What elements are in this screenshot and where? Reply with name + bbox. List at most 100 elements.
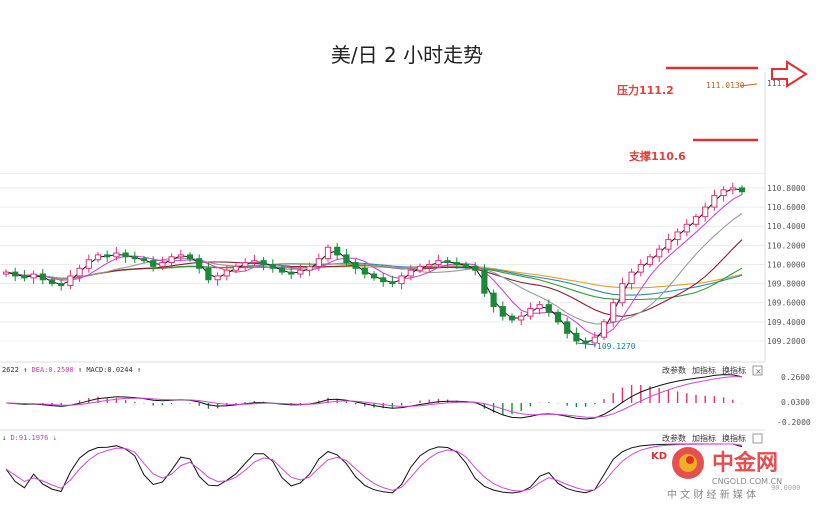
candle-body [140,258,148,262]
candle-body [499,306,506,317]
candle-body [334,246,341,256]
candle-body [12,271,19,277]
candle-body [343,254,350,264]
candle-body [453,262,460,265]
price-grid [0,72,766,362]
candle-body [600,321,608,338]
moving-average-lines [5,188,743,343]
candle-body [21,275,28,279]
candle-body [278,267,286,273]
y-tick-label: 110.2000 [767,241,806,250]
close-icon: × [755,367,762,376]
candle-body [729,187,736,191]
candle-body [536,304,543,309]
candle-body [564,321,571,334]
candle-body [361,267,368,275]
kdj-edit-params-button[interactable]: 改参数 [662,433,686,443]
candle-body [76,267,83,277]
candle-body [665,239,672,250]
macd-edit-params-button[interactable]: 改参数 [662,365,686,375]
candle-body [518,315,525,321]
candle-body [223,269,230,277]
candle-body [288,271,295,275]
candle-body [214,275,221,281]
candle-body [490,292,497,308]
candle-body [628,271,635,285]
candle-body [702,206,709,218]
kdj-label: KD [651,451,667,462]
candle-body [435,260,442,265]
kdj-panel-buttons: 改参数 加指标 换指标 [662,433,763,444]
candle-body [94,254,102,261]
candle-body [674,231,681,241]
macd-header: 2622 ↑ DEA:0.2500 ↑ MACD:0.0244 ↑ [2,366,141,374]
macd-y-tick-1: 0.2600 [781,373,810,382]
kdj-close-button[interactable] [752,433,763,444]
candle-body [39,273,46,281]
candle-body [48,279,56,285]
candle-body [508,315,516,321]
candle-body [481,269,488,294]
candle-body [186,254,194,260]
candle-body [472,265,479,271]
macd-indicator [5,374,743,420]
resistance-label: 压力111.2 [617,83,674,97]
candle-body [205,267,212,281]
macd-y-tick-2: 0.0300 [781,398,810,407]
cngold-logo: 中金网 CNGOLD.COM.CN 中 文 财 经 新 媒 体 [667,447,782,501]
candle-body [720,189,727,197]
kdj-k-line [5,443,743,494]
candle-body [131,256,138,260]
candle-body [527,307,534,317]
candle-body [150,260,157,267]
candle-body [85,259,92,269]
candle-body [260,260,267,265]
candle-body [30,273,37,279]
kdj-add-indicator-button[interactable]: 加指标 [692,433,716,443]
candle-body [306,265,313,271]
candle-body [297,269,304,275]
y-tick-label: 110.0000 [767,260,806,269]
logo-tagline: 中 文 财 经 新 媒 体 [667,488,756,501]
chart-canvas: 美/日 2 小时走势 110.8000 110.6000 110.4000 110.2… [0,43,811,501]
candle-body [352,262,359,269]
candle-body [462,263,470,267]
macd-dif-line [5,374,743,420]
price-axis: 110.8000 110.6000 110.4000 110.2000 110.0000… [767,184,806,346]
y-tick-label: 110.6000 [767,203,806,212]
candle-body [545,304,552,313]
candle-body [637,263,644,273]
kdj-indicator [5,443,743,494]
candle-body [251,260,258,264]
high-value-label: 111.0130 [706,81,745,90]
macd-y-tick-3: -0.2000 [777,418,811,427]
support-label: 支撑110.6 [628,149,686,163]
low-value-label: 109.1270 [597,342,636,351]
y-tick-top-partial: 111. [767,79,786,88]
candle-body [416,265,424,271]
candle-body [269,263,276,269]
candle-body [656,248,663,258]
candle-body [554,311,562,323]
chart-title: 美/日 2 小时走势 [331,43,483,67]
candle-body [177,254,184,258]
candle-body [407,269,414,277]
candle-body [398,275,405,285]
candle-body [692,216,700,225]
candle-body [58,283,65,287]
candle-body [113,252,120,258]
logo-url: CNGOLD.COM.CN [712,477,782,486]
candle-body [610,302,617,323]
macd-switch-indicator-button[interactable]: 换指标 [722,365,746,375]
macd-panel-buttons: 改参数 加指标 换指标 × [662,365,763,376]
candle-body [683,223,690,233]
candle-body [370,273,378,279]
kdj-switch-indicator-button[interactable]: 换指标 [722,433,746,443]
macd-add-indicator-button[interactable]: 加指标 [692,365,716,375]
candle-body [426,263,433,267]
candle-body [232,265,240,271]
candle-body [159,262,166,267]
candle-body [619,283,626,304]
candle-body [196,258,203,269]
candle-body [582,340,589,344]
